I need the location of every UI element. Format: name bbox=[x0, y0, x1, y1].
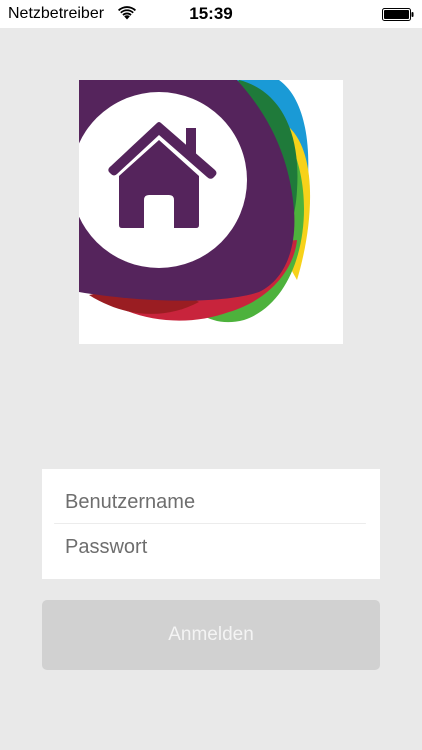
username-field[interactable] bbox=[54, 480, 366, 524]
app-logo bbox=[79, 80, 343, 344]
login-form bbox=[42, 469, 380, 579]
status-time: 15:39 bbox=[189, 4, 233, 23]
battery-full-icon bbox=[382, 8, 414, 21]
status-bar: Netzbetreiber 15:39 bbox=[0, 0, 422, 28]
field-divider bbox=[54, 523, 366, 524]
password-field[interactable] bbox=[54, 525, 366, 569]
login-button[interactable]: Anmelden bbox=[42, 600, 380, 670]
logo-graphic bbox=[79, 80, 311, 323]
